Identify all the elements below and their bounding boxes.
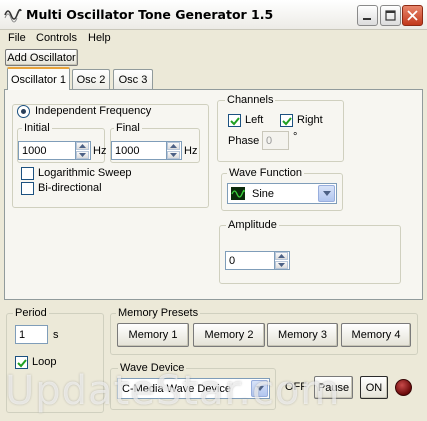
independent-frequency-radio[interactable] (17, 105, 30, 118)
tab-osc-2[interactable]: Osc 2 (72, 69, 110, 89)
checkmark-icon (229, 116, 240, 125)
initial-frequency-input[interactable]: 1000 (18, 141, 76, 160)
right-channel-checkbox[interactable] (280, 114, 293, 127)
maximize-button[interactable] (380, 5, 401, 26)
pause-button[interactable]: Pause (314, 376, 353, 399)
loop-checkbox[interactable] (15, 356, 28, 369)
dropdown-arrow-icon[interactable] (251, 380, 268, 397)
initial-unit: Hz (93, 145, 107, 157)
spin-down-icon[interactable] (167, 151, 180, 159)
minimize-button[interactable] (357, 5, 378, 26)
loop-label: Loop (32, 356, 57, 368)
logarithmic-sweep-label: Logarithmic Sweep (38, 167, 132, 179)
final-frequency-stepper[interactable] (167, 141, 182, 160)
menu-file[interactable]: File (8, 32, 26, 44)
period-label: Period (13, 307, 49, 319)
menu-controls[interactable]: Controls (36, 32, 77, 44)
independent-frequency-label: Independent Frequency (33, 105, 154, 117)
wave-function-value: Sine (252, 188, 275, 200)
wave-device-label: Wave Device (118, 362, 187, 374)
phase-label: Phase (228, 135, 260, 147)
right-channel-label: Right (297, 114, 323, 126)
spin-down-icon[interactable] (76, 151, 89, 159)
spin-up-icon[interactable] (275, 252, 288, 260)
close-icon (407, 10, 418, 21)
period-unit: s (53, 329, 59, 341)
final-frequency-input[interactable]: 1000 (111, 141, 167, 160)
window-title: Multi Oscillator Tone Generator 1.5 (26, 7, 274, 22)
initial-label: Initial (22, 122, 52, 134)
bidirectional-label: Bi-directional (38, 182, 102, 194)
minimize-icon (363, 18, 371, 20)
wave-device-value: C-Media Wave Device (122, 383, 232, 395)
initial-frequency-stepper[interactable] (76, 141, 91, 160)
final-unit: Hz (184, 145, 198, 157)
spin-up-icon[interactable] (167, 142, 180, 150)
final-label: Final (114, 122, 142, 134)
amplitude-stepper[interactable] (275, 251, 290, 270)
memory-4-button[interactable]: Memory 4 (341, 323, 411, 347)
logarithmic-sweep-checkbox[interactable] (21, 167, 34, 180)
close-button[interactable] (402, 5, 423, 26)
checkmark-icon (16, 358, 27, 367)
tab-oscillator-1[interactable]: Oscillator 1 (7, 67, 70, 90)
channels-label: Channels (225, 94, 276, 106)
spin-up-icon[interactable] (76, 142, 89, 150)
memory-1-button[interactable]: Memory 1 (117, 323, 189, 347)
memory-presets-label: Memory Presets (116, 307, 201, 319)
status-led-indicator (395, 379, 412, 396)
bidirectional-checkbox[interactable] (21, 182, 34, 195)
sine-wave-app-icon (4, 8, 22, 23)
phase-input[interactable]: 0 (262, 131, 289, 150)
amplitude-input[interactable]: 0 (225, 251, 275, 270)
checkmark-icon (281, 116, 292, 125)
period-input[interactable]: 1 (15, 325, 48, 344)
spin-down-icon[interactable] (275, 261, 288, 269)
memory-3-button[interactable]: Memory 3 (267, 323, 338, 347)
left-channel-label: Left (245, 114, 264, 126)
memory-2-button[interactable]: Memory 2 (193, 323, 265, 347)
sine-wave-icon (231, 187, 245, 200)
dropdown-arrow-icon[interactable] (318, 185, 335, 202)
amplitude-label: Amplitude (226, 219, 279, 231)
phase-unit: ° (293, 131, 298, 143)
on-button[interactable]: ON (360, 376, 388, 399)
maximize-icon (385, 10, 396, 21)
left-channel-checkbox[interactable] (228, 114, 241, 127)
wave-device-select[interactable]: C-Media Wave Device (117, 378, 270, 399)
off-label[interactable]: OFF (285, 381, 307, 393)
wave-function-select[interactable]: Sine (227, 183, 337, 204)
tab-osc-3[interactable]: Osc 3 (113, 69, 153, 89)
menu-help[interactable]: Help (88, 32, 111, 44)
wave-function-label: Wave Function (227, 167, 304, 179)
add-oscillator-button[interactable]: Add Oscillator (5, 49, 78, 66)
